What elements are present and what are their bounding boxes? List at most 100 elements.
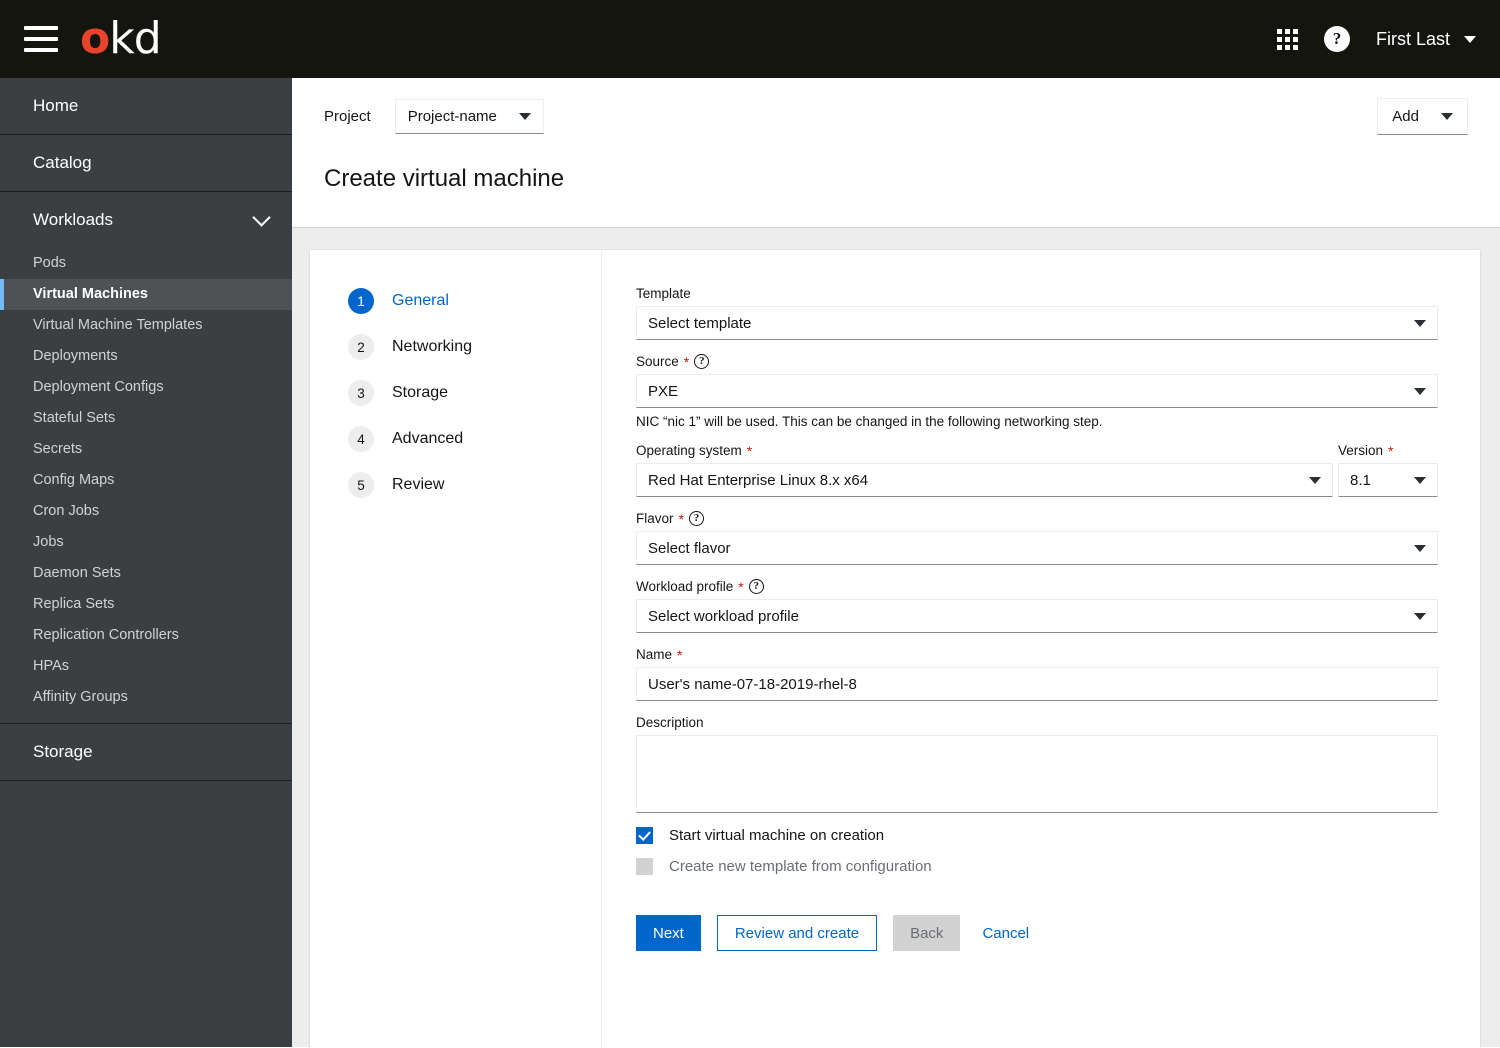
sidebar-section-workloads: Workloads Pods Virtual Machines Virtual … — [0, 192, 292, 724]
sidebar-item-stateful-sets[interactable]: Stateful Sets — [0, 403, 292, 434]
sidebar-item-replication-controllers[interactable]: Replication Controllers — [0, 620, 292, 651]
sidebar-item-replica-sets[interactable]: Replica Sets — [0, 589, 292, 620]
create-template-checkbox-row: Create new template from configuration — [636, 858, 1438, 875]
operating-system-value: Red Hat Enterprise Linux 8.x x64 — [648, 471, 869, 489]
wizard-step-networking[interactable]: 2 Networking — [348, 334, 601, 360]
sidebar-group-workloads[interactable]: Workloads — [0, 192, 292, 248]
wizard-step-label: Networking — [392, 338, 473, 355]
back-button: Back — [893, 915, 961, 951]
wizard-step-general[interactable]: 1 General — [348, 288, 601, 314]
source-label-row: Source * ? — [636, 354, 1438, 369]
sidebar-item-storage[interactable]: Storage — [0, 724, 292, 780]
flavor-select[interactable]: Select flavor — [636, 531, 1438, 565]
start-vm-checkbox[interactable] — [636, 827, 653, 844]
logo-letter-o: o — [80, 13, 110, 64]
wizard-actions: Next Review and create Back Cancel — [636, 915, 1438, 951]
name-label: Name — [636, 647, 673, 662]
sidebar-item-catalog[interactable]: Catalog — [0, 135, 292, 191]
cancel-button[interactable]: Cancel — [976, 915, 1035, 951]
create-template-checkbox — [636, 858, 653, 875]
field-description: Description — [636, 715, 1438, 813]
sidebar-item-hpas[interactable]: HPAs — [0, 651, 292, 682]
review-and-create-button[interactable]: Review and create — [716, 915, 878, 951]
wizard-step-storage[interactable]: 3 Storage — [348, 380, 601, 406]
wizard-step-number: 1 — [348, 288, 374, 314]
description-textarea[interactable] — [636, 735, 1438, 813]
project-selector-value: Project-name — [407, 108, 497, 125]
sidebar-item-config-maps[interactable]: Config Maps — [0, 465, 292, 496]
field-os-version: Operating system * Red Hat Enterprise Li… — [636, 443, 1438, 497]
template-label-row: Template — [636, 286, 1438, 301]
version-value: 8.1 — [1350, 471, 1371, 489]
sidebar-item-deployments[interactable]: Deployments — [0, 341, 292, 372]
wizard-step-number: 4 — [348, 426, 374, 452]
flavor-select-value: Select flavor — [648, 539, 731, 557]
field-source: Source * ? PXE NIC “nic 1” will be used.… — [636, 354, 1438, 429]
sidebar-item-deployment-configs[interactable]: Deployment Configs — [0, 372, 292, 403]
masthead: o kd ? First Last — [0, 0, 1500, 78]
required-marker: * — [678, 510, 684, 527]
wizard-step-number: 3 — [348, 380, 374, 406]
workload-profile-value: Select workload profile — [648, 607, 799, 625]
help-icon[interactable]: ? — [748, 579, 764, 594]
project-selector[interactable]: Project-name — [394, 99, 544, 134]
sidebar-item-secrets[interactable]: Secrets — [0, 434, 292, 465]
add-button[interactable]: Add — [1377, 98, 1468, 135]
help-icon[interactable]: ? — [694, 354, 710, 369]
project-label: Project — [324, 108, 371, 125]
source-helper-text: NIC “nic 1” will be used. This can be ch… — [636, 414, 1103, 429]
sidebar-item-affinity-groups[interactable]: Affinity Groups — [0, 682, 292, 713]
chevron-down-icon — [1309, 476, 1321, 484]
wizard-step-advanced[interactable]: 4 Advanced — [348, 426, 601, 452]
app-launcher-icon[interactable] — [1276, 28, 1298, 50]
sidebar-group-label: Workloads — [33, 210, 113, 229]
sidebar-item-home[interactable]: Home — [0, 78, 292, 134]
name-input[interactable]: User's name-07-18-2019-rhel-8 — [636, 667, 1438, 701]
os-label-row: Operating system * — [636, 443, 1333, 458]
sidebar-item-virtual-machine-templates[interactable]: Virtual Machine Templates — [0, 310, 292, 341]
start-vm-checkbox-label: Start virtual machine on creation — [669, 827, 885, 844]
sidebar-item-cron-jobs[interactable]: Cron Jobs — [0, 496, 292, 527]
field-template: Template Select template — [636, 286, 1438, 340]
hamburger-icon[interactable] — [24, 26, 58, 52]
name-label-row: Name * — [636, 647, 1438, 662]
sidebar-item-jobs[interactable]: Jobs — [0, 527, 292, 558]
main-content: Project Project-name Add Create virtual … — [292, 78, 1500, 1048]
sidebar-item-daemon-sets[interactable]: Daemon Sets — [0, 558, 292, 589]
help-icon[interactable]: ? — [688, 511, 704, 526]
user-name: First Last — [1375, 28, 1450, 49]
field-flavor: Flavor * ? Select flavor — [636, 511, 1438, 565]
sidebar-section-storage: Storage — [0, 724, 292, 781]
template-select-value: Select template — [648, 314, 752, 332]
user-menu[interactable]: First Last — [1376, 29, 1476, 50]
os-version-row: Operating system * Red Hat Enterprise Li… — [636, 443, 1438, 497]
template-select[interactable]: Select template — [636, 306, 1438, 340]
okd-logo[interactable]: o kd — [80, 13, 162, 64]
hamburger-bar — [24, 48, 58, 52]
add-button-label: Add — [1392, 108, 1419, 125]
os-column: Operating system * Red Hat Enterprise Li… — [636, 443, 1333, 497]
wizard-step-label: Storage — [392, 384, 449, 401]
create-template-checkbox-label: Create new template from configuration — [669, 858, 932, 875]
chevron-down-icon — [252, 207, 271, 227]
sidebar-item-virtual-machines[interactable]: Virtual Machines — [0, 279, 292, 310]
sidebar-subitems: Pods Virtual Machines Virtual Machine Te… — [0, 248, 292, 723]
project-bar: Project Project-name Add — [324, 98, 1468, 135]
required-marker: * — [683, 353, 690, 370]
chevron-down-icon — [1464, 35, 1476, 43]
operating-system-select[interactable]: Red Hat Enterprise Linux 8.x x64 — [636, 463, 1333, 497]
workload-profile-select[interactable]: Select workload profile — [636, 599, 1438, 633]
version-select[interactable]: 8.1 — [1338, 463, 1438, 497]
wizard-step-review[interactable]: 5 Review — [348, 472, 601, 498]
required-marker: * — [738, 578, 744, 595]
general-step-form: Template Select template Source * ? PXE … — [602, 250, 1480, 1048]
sidebar-item-pods[interactable]: Pods — [0, 248, 292, 279]
wizard-steps: 1 General 2 Networking 3 Storage 4 Advan… — [310, 250, 602, 1048]
next-button[interactable]: Next — [636, 915, 701, 951]
chevron-down-icon — [1414, 319, 1426, 327]
masthead-actions: ? First Last — [1276, 26, 1476, 52]
source-select-value: PXE — [648, 382, 679, 400]
help-icon[interactable]: ? — [1323, 26, 1350, 52]
source-select[interactable]: PXE — [636, 374, 1438, 408]
content-area: 1 General 2 Networking 3 Storage 4 Advan… — [292, 227, 1500, 1048]
